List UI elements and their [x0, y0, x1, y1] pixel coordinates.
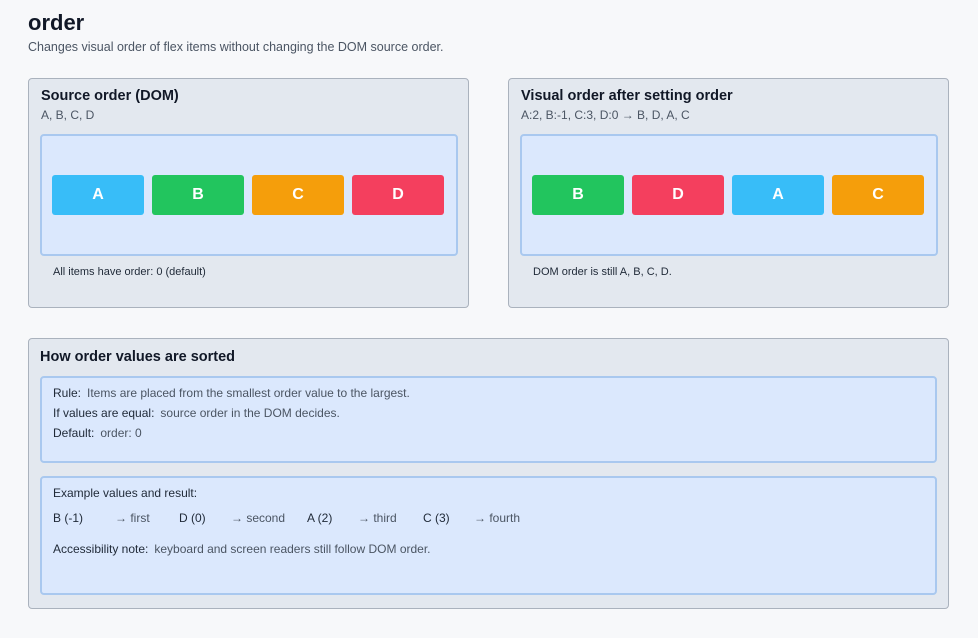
flex-item-c: C [252, 175, 344, 215]
visual-panel-note: DOM order is still A, B, C, D. [533, 266, 672, 278]
rule-label: Rule: [53, 386, 82, 400]
example-label: C (3) [423, 511, 450, 525]
default-value: order: 0 [100, 426, 142, 440]
accessibility-value: keyboard and screen readers still follow… [154, 542, 431, 556]
source-flex-container: A B C D [40, 134, 458, 256]
sorting-panel: How order values are sorted Rule: Items a… [28, 338, 949, 609]
rule-row: Rule: Items are placed from the smallest … [53, 386, 410, 400]
example-heading: Example values and result: [53, 486, 198, 500]
sorting-panel-title: How order values are sorted [40, 349, 236, 365]
visual-order-panel: Visual order after setting order A:2, B:… [508, 78, 949, 308]
source-panel-title: Source order (DOM) [41, 88, 179, 104]
rule-value: Items are placed from the smallest order… [87, 386, 410, 400]
default-row: Default: order: 0 [53, 426, 142, 440]
example-result: → first [115, 511, 150, 525]
source-panel-subtitle: A, B, C, D [41, 108, 95, 122]
example-result: → third [358, 511, 397, 525]
flex-item-b: B [152, 175, 244, 215]
rules-box: Rule: Items are placed from the smallest … [40, 376, 937, 463]
flex-item-a: A [52, 175, 144, 215]
example-box: Example values and result: B (-1) → firs… [40, 476, 937, 595]
source-panel-note: All items have order: 0 (default) [53, 266, 206, 278]
example-label: B (-1) [53, 511, 83, 525]
accessibility-row: Accessibility note: keyboard and screen r… [53, 542, 431, 556]
flex-item-c: C [832, 175, 924, 215]
source-order-panel: Source order (DOM) A, B, C, D A B C D Al… [28, 78, 469, 308]
example-result: → fourth [474, 511, 521, 525]
visual-panel-subtitle: A:2, B:-1, C:3, D:0 → B, D, A, C [521, 108, 690, 122]
flex-item-b: B [532, 175, 624, 215]
accessibility-label: Accessibility note: [53, 542, 149, 556]
example-label: D (0) [179, 511, 206, 525]
flex-item-d: D [352, 175, 444, 215]
visual-flex-container: B D A C [520, 134, 938, 256]
equal-row: If values are equal: source order in the … [53, 406, 340, 420]
visual-panel-title: Visual order after setting order [521, 88, 733, 104]
page-title: order [28, 10, 85, 35]
example-result: → second [231, 511, 286, 525]
example-label: A (2) [307, 511, 333, 525]
flex-item-a: A [732, 175, 824, 215]
page-subtitle: Changes visual order of flex items witho… [28, 40, 444, 54]
default-label: Default: [53, 426, 95, 440]
equal-label: If values are equal: [53, 406, 155, 420]
flex-item-d: D [632, 175, 724, 215]
equal-value: source order in the DOM decides. [160, 406, 340, 420]
